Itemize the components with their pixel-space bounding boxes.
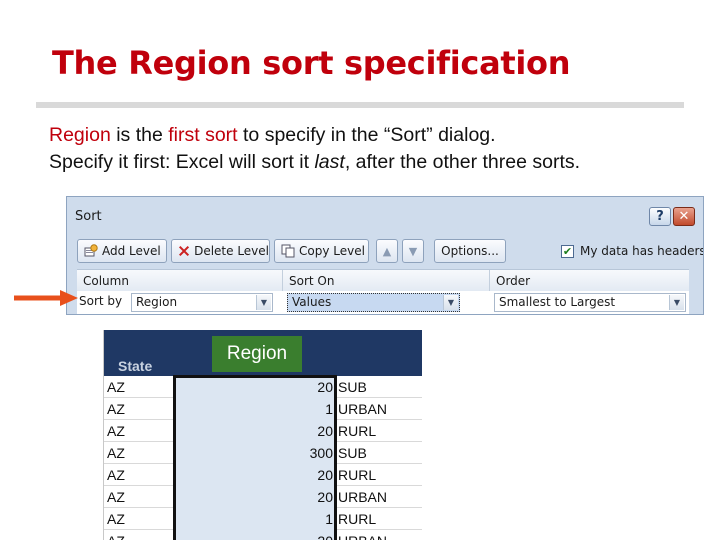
delete-level-icon <box>178 245 190 257</box>
sort-dialog: Sort ? ✕ Add Level Delete Level Copy Lev… <box>66 196 704 315</box>
order-select[interactable]: Smallest to Largest ▼ <box>494 293 686 312</box>
state-cell: AZ <box>107 489 125 505</box>
title-divider <box>36 102 684 108</box>
order-select-value: Smallest to Largest <box>499 295 616 309</box>
column-separator <box>489 270 490 292</box>
sort-on-select-value: Values <box>292 295 332 309</box>
area-type-cell: URBAN <box>338 533 387 540</box>
order-header: Order <box>496 274 531 288</box>
last-emphasis: last <box>314 151 345 173</box>
first-sort-term: first sort <box>168 124 238 146</box>
options-button[interactable]: Options... <box>434 239 506 263</box>
close-button[interactable]: ✕ <box>673 207 695 226</box>
headers-checkbox[interactable]: ✔ My data has headers <box>561 244 704 258</box>
checkmark-icon: ✔ <box>561 244 574 258</box>
chevron-down-icon[interactable]: ▼ <box>256 295 271 310</box>
state-cell: AZ <box>107 467 125 483</box>
area-type-cell: URBAN <box>338 401 388 417</box>
slide-title: The Region sort specification <box>52 44 571 82</box>
column-separator <box>282 270 283 292</box>
sort-on-select[interactable]: Values ▼ <box>287 293 460 312</box>
region-callout: Region <box>212 336 302 372</box>
area-type-cell: SUB <box>338 445 367 461</box>
pointer-arrow-icon <box>14 290 78 306</box>
column-select-value: Region <box>136 295 178 309</box>
spreadsheet-excerpt: State Region AZ 20 SUB AZ 1 URBAN AZ 20 RURL AZ 30… <box>103 330 422 540</box>
area-type-cell: RURL <box>338 467 377 483</box>
body-text-span: to specify in the “Sort” dialog. <box>237 124 496 146</box>
region-term: Region <box>49 124 111 146</box>
move-down-button[interactable]: ▼ <box>402 239 424 263</box>
column-header: Column <box>83 274 129 288</box>
delete-level-button[interactable]: Delete Level <box>171 239 270 263</box>
add-level-button[interactable]: Add Level <box>77 239 167 263</box>
sort-by-label: Sort by <box>79 294 123 308</box>
chevron-down-icon[interactable]: ▼ <box>669 295 684 310</box>
sort-on-header: Sort On <box>289 274 335 288</box>
dialog-title: Sort <box>75 209 102 224</box>
add-level-icon <box>84 244 98 257</box>
chevron-down-icon[interactable]: ▼ <box>443 295 458 310</box>
copy-level-icon <box>281 244 295 258</box>
copy-level-button[interactable]: Copy Level <box>274 239 369 263</box>
sort-by-row[interactable]: Sort by Region ▼ Values ▼ Smallest to La… <box>77 291 689 314</box>
column-select[interactable]: Region ▼ <box>131 293 273 312</box>
headers-checkbox-label: My data has headers <box>580 244 704 258</box>
column-header-row: Column Sort On Order <box>77 269 689 292</box>
state-cell: AZ <box>107 401 125 417</box>
state-column-header: State <box>118 358 153 374</box>
body-text-span: Specify it first: Excel will sort it <box>49 151 315 173</box>
move-up-button[interactable]: ▲ <box>376 239 398 263</box>
state-cell: AZ <box>107 533 125 540</box>
state-cell: AZ <box>107 423 125 439</box>
area-type-cell: RURL <box>338 423 377 439</box>
delete-level-label: Delete Level <box>194 244 269 258</box>
help-button[interactable]: ? <box>649 207 671 226</box>
body-line-2: Specify it first: Excel will sort it las… <box>49 151 580 174</box>
area-type-cell: SUB <box>338 379 367 395</box>
body-text-span: , after the other three sorts. <box>344 151 581 173</box>
body-line-1: Region is the first sort to specify in t… <box>49 124 496 147</box>
region-column-highlight <box>173 375 337 540</box>
state-cell: AZ <box>107 379 125 395</box>
copy-level-label: Copy Level <box>299 244 365 258</box>
area-type-cell: RURL <box>338 511 377 527</box>
add-level-label: Add Level <box>102 244 161 258</box>
area-type-cell: URBAN <box>338 489 388 505</box>
state-cell: AZ <box>107 511 125 527</box>
state-cell: AZ <box>107 445 125 461</box>
body-text-span: is the <box>110 124 169 146</box>
